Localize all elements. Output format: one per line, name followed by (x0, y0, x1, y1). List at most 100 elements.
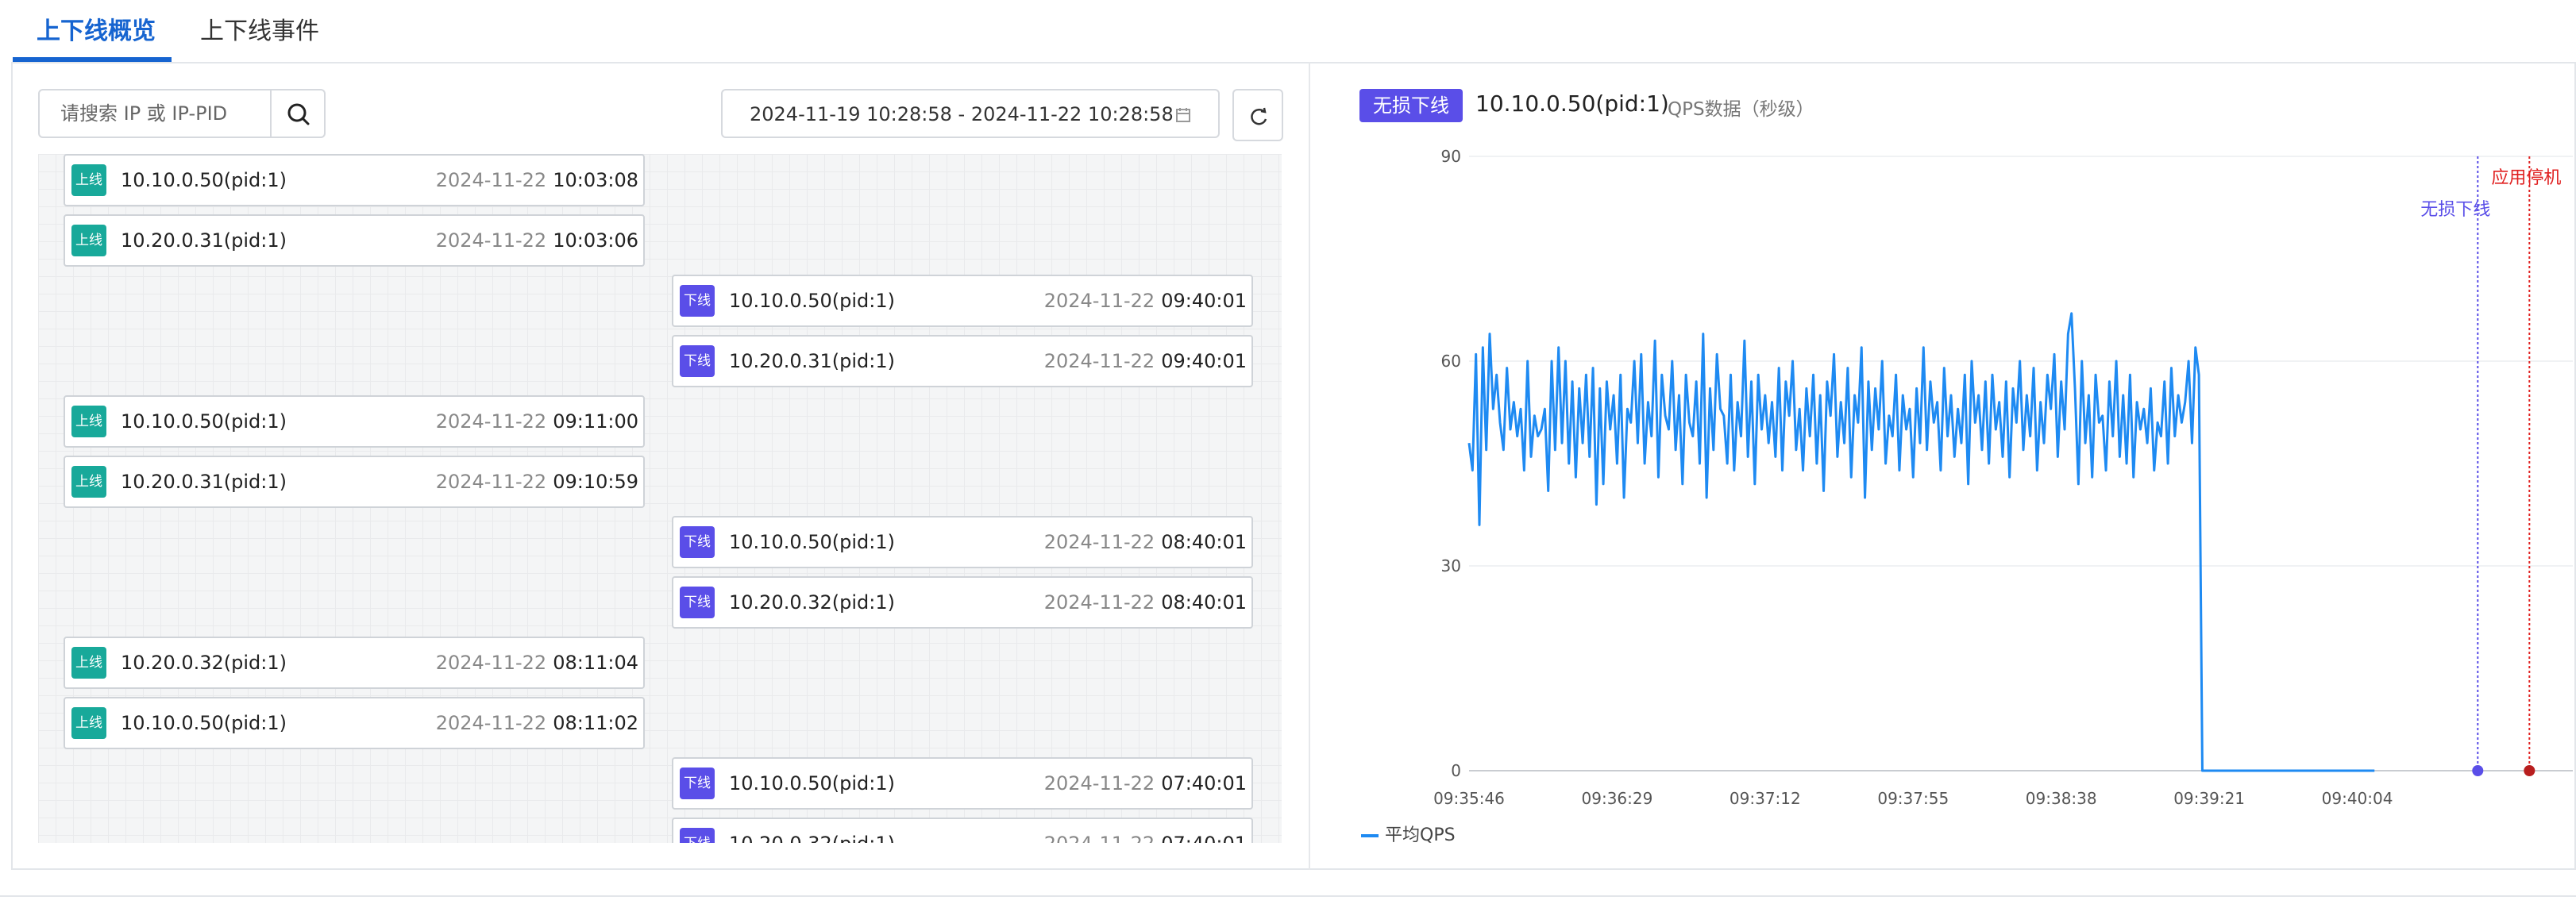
event-card[interactable]: 上线 10.20.0.31(pid:1) 2024-11-22 10:03:06 (64, 214, 645, 267)
event-timestamp: 2024-11-22 08:11:04 (436, 652, 638, 674)
series-line-avg-qps (1467, 312, 2375, 772)
event-ip: 10.20.0.32(pid:1) (729, 833, 895, 843)
event-card[interactable]: 下线 10.10.0.50(pid:1) 2024-11-22 09:40:01 (672, 275, 1253, 327)
event-date: 2024-11-22 (435, 410, 547, 433)
event-ip: 10.10.0.50(pid:1) (729, 290, 895, 312)
x-tick-label: 09:39:21 (2173, 789, 2245, 808)
search-icon (287, 103, 310, 125)
search-button[interactable] (270, 89, 326, 138)
online-badge: 上线 (71, 707, 106, 739)
event-date: 2024-11-22 (435, 712, 547, 734)
event-timestamp: 2024-11-22 08:40:01 (1044, 531, 1247, 553)
event-date: 2024-11-22 (435, 169, 547, 191)
offline-marker (2472, 765, 2484, 776)
offline-badge: 下线 (680, 345, 715, 377)
online-badge: 上线 (71, 225, 106, 256)
event-timestamp: 2024-11-22 07:40:01 (1044, 833, 1247, 843)
event-time: 10:03:06 (553, 229, 638, 252)
event-timestamp: 2024-11-22 08:40:01 (1044, 591, 1247, 614)
tab-overview[interactable]: 上下线概览 (37, 11, 156, 46)
y-tick-label: 0 (1451, 761, 1461, 780)
event-card[interactable]: 上线 10.20.0.31(pid:1) 2024-11-22 09:10:59 (64, 456, 645, 508)
event-time: 08:11:02 (553, 712, 638, 734)
calendar-icon (1176, 108, 1190, 122)
event-ip: 10.10.0.50(pid:1) (729, 531, 895, 553)
x-tick-label: 09:35:46 (1433, 789, 1505, 808)
event-card[interactable]: 下线 10.20.0.32(pid:1) 2024-11-22 07:40:01 (672, 818, 1253, 843)
event-time: 09:40:01 (1161, 290, 1247, 312)
event-timestamp: 2024-11-22 08:11:02 (436, 712, 638, 734)
event-date: 2024-11-22 (1043, 591, 1155, 614)
event-time: 08:11:04 (553, 652, 638, 674)
event-card[interactable]: 下线 10.20.0.32(pid:1) 2024-11-22 08:40:01 (672, 576, 1253, 629)
x-tick-label: 09:37:55 (1877, 789, 1949, 808)
event-ip: 10.20.0.31(pid:1) (121, 471, 287, 493)
event-card[interactable]: 下线 10.10.0.50(pid:1) 2024-11-22 08:40:01 (672, 516, 1253, 568)
event-date: 2024-11-22 (1044, 833, 1155, 843)
event-ip: 10.20.0.32(pid:1) (729, 591, 895, 614)
event-date: 2024-11-22 (1043, 772, 1155, 794)
event-date: 2024-11-22 (435, 471, 547, 493)
event-ip: 10.10.0.50(pid:1) (121, 712, 287, 734)
event-ip: 10.20.0.32(pid:1) (121, 652, 287, 674)
y-tick-label: 90 (1441, 147, 1461, 166)
online-badge: 上线 (71, 647, 106, 679)
event-card[interactable]: 上线 10.10.0.50(pid:1) 2024-11-22 08:11:02 (64, 697, 645, 749)
online-badge: 上线 (71, 164, 106, 196)
event-timeline[interactable]: 上线 10.10.0.50(pid:1) 2024-11-22 10:03:08 上线 1… (38, 154, 1282, 843)
offline-badge: 下线 (680, 285, 715, 317)
event-card[interactable]: 上线 10.10.0.50(pid:1) 2024-11-22 09:11:00 (64, 395, 645, 448)
event-timestamp: 2024-11-22 09:11:00 (436, 410, 638, 433)
legend-label: 平均QPS (1385, 825, 1456, 845)
event-date: 2024-11-22 (1043, 531, 1155, 553)
tab-events[interactable]: 上下线事件 (200, 11, 319, 46)
event-time: 08:40:01 (1161, 591, 1247, 614)
event-timestamp: 2024-11-22 07:40:01 (1044, 772, 1247, 794)
offline-badge: 下线 (680, 587, 715, 618)
event-time: 07:40:01 (1161, 833, 1247, 843)
refresh-button[interactable] (1232, 89, 1283, 141)
search-input[interactable] (59, 90, 268, 137)
event-ip: 10.10.0.50(pid:1) (121, 169, 287, 191)
date-range-picker[interactable]: 2024-11-19 10:28:58 - 2024-11-22 10:28:5… (721, 89, 1220, 138)
y-tick-label: 60 (1441, 352, 1461, 371)
offline-badge: 下线 (680, 526, 715, 558)
chart-legend[interactable]: 平均QPS (1361, 821, 1456, 846)
offline-badge: 下线 (680, 768, 715, 799)
instance-title: 10.10.0.50(pid:1) (1475, 90, 1669, 117)
bottom-divider (0, 895, 2576, 897)
event-time: 09:11:00 (553, 410, 638, 433)
event-time: 09:40:01 (1161, 350, 1247, 372)
x-tick-label: 09:40:04 (2322, 789, 2393, 808)
x-tick-label: 09:36:29 (1582, 789, 1653, 808)
x-tick-label: 09:37:12 (1730, 789, 1801, 808)
panel-divider (1309, 62, 1310, 870)
event-time: 07:40:01 (1161, 772, 1247, 794)
online-badge: 上线 (71, 406, 106, 437)
online-badge: 上线 (71, 466, 106, 498)
event-timestamp: 2024-11-22 09:10:59 (436, 471, 638, 493)
event-ip: 10.20.0.31(pid:1) (729, 350, 895, 372)
event-ip: 10.20.0.31(pid:1) (121, 229, 287, 252)
stop-marker (2524, 765, 2536, 776)
offline-badge: 下线 (680, 828, 715, 843)
tab-bar: 上下线概览 上下线事件 (13, 0, 2576, 63)
search-field (38, 89, 272, 138)
annotation-label: 无损下线 (2420, 200, 2490, 220)
event-timestamp: 2024-11-22 10:03:08 (436, 169, 638, 191)
event-card[interactable]: 上线 10.20.0.32(pid:1) 2024-11-22 08:11:04 (64, 637, 645, 689)
status-badge: 无损下线 (1359, 89, 1463, 122)
event-card[interactable]: 上线 10.10.0.50(pid:1) 2024-11-22 10:03:08 (64, 154, 645, 206)
y-tick-label: 30 (1441, 556, 1461, 575)
event-card[interactable]: 下线 10.20.0.31(pid:1) 2024-11-22 09:40:01 (672, 335, 1253, 387)
date-range-value: 2024-11-19 10:28:58 - 2024-11-22 10:28:5… (750, 103, 1174, 125)
event-ip: 10.10.0.50(pid:1) (729, 772, 895, 794)
legend-swatch (1361, 834, 1379, 837)
event-card[interactable]: 下线 10.10.0.50(pid:1) 2024-11-22 07:40:01 (672, 757, 1253, 810)
chart-subtitle: QPS数据（秒级） (1668, 99, 1814, 120)
qps-chart: 0 30 60 90 09:35:46 09:36:29 09:37:12 09:37:55 0… (1433, 147, 2573, 808)
event-date: 2024-11-22 (435, 229, 547, 252)
event-date: 2024-11-22 (1043, 290, 1155, 312)
event-ip: 10.10.0.50(pid:1) (121, 410, 287, 433)
event-time: 10:03:08 (553, 169, 638, 191)
